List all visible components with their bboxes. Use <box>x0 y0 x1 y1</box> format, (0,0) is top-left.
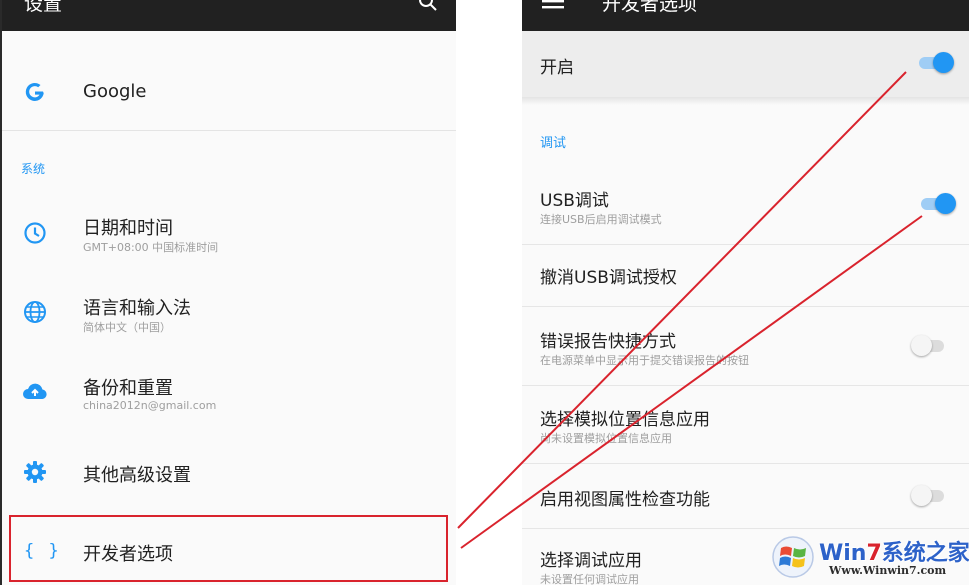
settings-item-summary: GMT+08:00 中国标准时间 <box>83 241 219 254</box>
toggle-thumb <box>911 485 932 506</box>
toggle-thumb <box>933 52 954 73</box>
windows-logo-icon <box>772 536 814 578</box>
usb-debugging-toggle[interactable] <box>920 193 956 215</box>
master-switch-toggle[interactable] <box>918 52 954 74</box>
settings-item-label: 日期和时间 <box>83 218 173 239</box>
menu-icon[interactable] <box>542 0 564 10</box>
setting-label: 选择调试应用 <box>540 551 642 571</box>
divider <box>522 97 969 105</box>
watermark-title-7: 7 <box>866 541 882 566</box>
developer-app-bar: 开发者选项 <box>522 0 969 31</box>
settings-item-language-input[interactable]: 语言和输入法 简体中文（中国） <box>2 290 456 340</box>
setting-label: 错误报告快捷方式 <box>540 332 676 352</box>
settings-screen: 设置 Google 系统 日期和时间 GMT+08:00 中国标准时间 语言和输… <box>0 0 456 585</box>
clock-icon <box>24 222 46 244</box>
divider <box>522 528 969 529</box>
setting-label: 启用视图属性检查功能 <box>540 490 710 510</box>
settings-item-label: 备份和重置 <box>83 378 173 399</box>
view-attribute-inspection-toggle[interactable] <box>911 485 947 507</box>
master-switch-row[interactable]: 开启 <box>522 31 969 97</box>
divider <box>2 130 456 131</box>
settings-item-label: 语言和输入法 <box>83 298 191 319</box>
settings-item-google[interactable]: Google <box>2 72 456 112</box>
settings-item-summary: 简体中文（中国） <box>83 321 171 334</box>
divider <box>522 385 969 386</box>
globe-icon <box>24 301 46 323</box>
setting-view-attribute-inspection[interactable]: 启用视图属性检查功能 <box>522 472 969 522</box>
settings-item-summary: china2012n@gmail.com <box>83 399 217 412</box>
setting-label: USB调试 <box>540 191 609 211</box>
divider <box>522 244 969 245</box>
search-icon[interactable] <box>418 0 438 12</box>
setting-revoke-usb-authorizations[interactable]: 撤消USB调试授权 <box>522 250 969 300</box>
settings-item-backup-reset[interactable]: 备份和重置 china2012n@gmail.com <box>2 370 456 420</box>
setting-label: 选择模拟位置信息应用 <box>540 410 710 430</box>
developer-title: 开发者选项 <box>602 0 698 15</box>
setting-summary: 未设置任何调试应用 <box>540 573 639 585</box>
setting-usb-debugging[interactable]: USB调试 连接USB后启用调试模式 <box>522 180 969 240</box>
setting-bug-report-shortcut[interactable]: 错误报告快捷方式 在电源菜单中显示用于提交错误报告的按钮 <box>522 320 969 376</box>
setting-summary: 尚未设置模拟位置信息应用 <box>540 432 672 445</box>
watermark-url: Www.Winwin7.com <box>829 564 947 577</box>
settings-item-date-time[interactable]: 日期和时间 GMT+08:00 中国标准时间 <box>2 210 456 260</box>
annotation-highlight-box <box>9 515 448 582</box>
settings-item-label: Google <box>83 81 147 102</box>
section-header-system: 系统 <box>21 162 46 176</box>
divider <box>522 463 969 464</box>
setting-summary: 连接USB后启用调试模式 <box>540 213 662 226</box>
settings-title: 设置 <box>24 0 63 15</box>
toggle-thumb <box>911 335 932 356</box>
watermark-title: Win7系统之家 <box>819 535 969 567</box>
cloud-upload-icon <box>23 383 47 399</box>
settings-app-bar: 设置 <box>2 0 456 31</box>
master-switch-label: 开启 <box>540 58 574 78</box>
watermark-title-win: Win <box>819 541 867 566</box>
setting-summary: 在电源菜单中显示用于提交错误报告的按钮 <box>540 354 749 367</box>
setting-label: 撤消USB调试授权 <box>540 268 677 288</box>
developer-options-screen: 开发者选项 开启 调试 USB调试 连接USB后启用调试模式 撤消USB调试授权… <box>522 0 969 585</box>
google-icon <box>25 82 44 101</box>
settings-item-advanced[interactable]: 其他高级设置 <box>2 455 456 495</box>
divider <box>522 306 969 307</box>
toggle-thumb <box>935 193 956 214</box>
gear-icon <box>24 461 46 483</box>
site-watermark: Win7系统之家 Www.Winwin7.com <box>771 533 969 583</box>
settings-item-label: 其他高级设置 <box>83 465 191 486</box>
setting-select-mock-location-app[interactable]: 选择模拟位置信息应用 尚未设置模拟位置信息应用 <box>522 398 969 454</box>
section-header-debugging: 调试 <box>540 136 567 151</box>
bug-report-shortcut-toggle[interactable] <box>911 335 947 357</box>
watermark-title-cn: 系统之家 <box>881 541 969 566</box>
